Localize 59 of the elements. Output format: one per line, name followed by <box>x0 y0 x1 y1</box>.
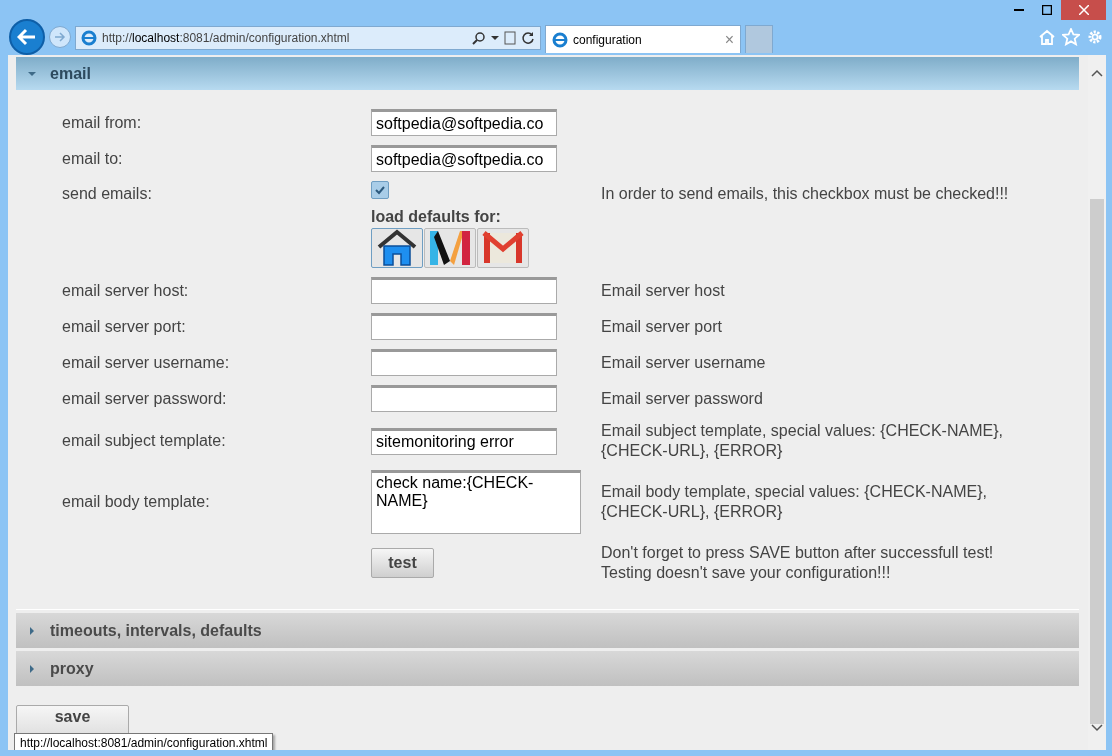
star-icon[interactable] <box>1062 28 1080 46</box>
text-field[interactable] <box>371 385 557 412</box>
caret-down-icon <box>28 69 36 78</box>
arrow-left-icon <box>17 28 37 46</box>
text-field[interactable]: softpedia@softpedia.co <box>371 145 557 172</box>
text-field[interactable]: softpedia@softpedia.co <box>371 109 557 136</box>
section-header[interactable]: email <box>16 57 1079 90</box>
field-label: email from: <box>62 113 143 132</box>
test-button[interactable]: test <box>371 548 434 578</box>
maximize-icon <box>1042 5 1052 15</box>
section-header[interactable]: proxy <box>16 651 1079 686</box>
help-text: Email server host <box>601 280 726 301</box>
text-field[interactable] <box>371 313 557 340</box>
status-tooltip: http://localhost:8081/admin/configuration.xhtml <box>14 733 274 750</box>
help-text: Email server password <box>601 388 764 409</box>
text-field[interactable] <box>371 277 557 304</box>
field-label: email to: <box>62 149 124 168</box>
house-icon[interactable] <box>371 228 423 268</box>
help-text: Email server port <box>601 316 723 337</box>
scroll-thumb[interactable] <box>1090 198 1104 725</box>
document-icon[interactable] <box>504 31 516 45</box>
field-label: email server host: <box>62 281 190 300</box>
checkbox[interactable] <box>371 181 389 199</box>
back-button[interactable] <box>9 19 45 55</box>
text-area[interactable]: check name:{CHECK-NAME} <box>371 470 581 534</box>
field-label: email server username: <box>62 353 231 372</box>
scroll-up-icon[interactable] <box>1091 69 1103 77</box>
help-text: Email subject template, special values: {CHECK-NAME}, {CHECK-URL}, {ERROR} <box>601 421 1004 461</box>
help-text: In order to send emails, this checkbox must be checked!!! <box>601 184 1010 204</box>
presets-label: load defaults for: <box>371 208 502 226</box>
minimize-icon <box>1014 9 1024 11</box>
check-icon <box>374 185 386 195</box>
field-label: email server port: <box>62 317 187 336</box>
caret-right-icon <box>28 664 36 673</box>
browser-tab[interactable]: configuration × <box>545 25 741 53</box>
tab-close-button[interactable]: × <box>724 30 734 49</box>
close-button[interactable] <box>1061 0 1106 20</box>
dropdown-icon[interactable] <box>491 35 499 41</box>
field-label: email subject template: <box>62 432 227 450</box>
text-field[interactable]: sitemonitoring error <box>371 427 557 455</box>
caret-right-icon <box>28 626 36 635</box>
envelope-icon[interactable] <box>477 228 529 268</box>
search-icon[interactable] <box>472 31 486 45</box>
refresh-icon[interactable] <box>521 31 535 45</box>
close-icon <box>1078 5 1089 15</box>
globe-icon <box>81 30 97 46</box>
scroll-down-icon[interactable] <box>1091 724 1103 732</box>
help-text: Email server username <box>601 352 767 373</box>
text-field[interactable] <box>371 349 557 376</box>
field-label: send emails: <box>62 185 153 203</box>
address-bar[interactable]: http://localhost:8081/admin/configuration.xhtml <box>75 26 541 50</box>
help-text: Email body template, special values: {CHECK-NAME}, {CHECK-URL}, {ERROR} <box>601 482 988 522</box>
help-text: Don't forget to press SAVE button after successfull test! Testing doesn't save your configuration!!! <box>601 543 995 583</box>
field-label: email server password: <box>62 389 228 408</box>
arrow-right-icon <box>54 32 66 42</box>
section-header[interactable]: timeouts, intervals, defaults <box>16 613 1079 648</box>
field-label: email body template: <box>62 493 211 511</box>
m-logo-icon[interactable] <box>424 228 476 268</box>
globe-icon <box>552 31 568 48</box>
